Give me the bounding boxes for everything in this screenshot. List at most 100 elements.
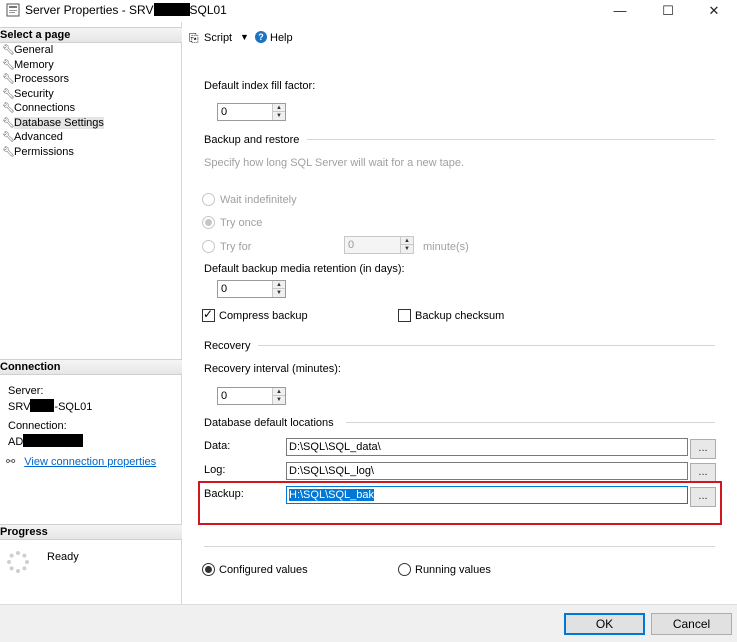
recovery-interval-spinner[interactable]: 0 ▲ ▼ [217,387,286,405]
wrench-icon: 🔧︎ [2,132,15,143]
spin-down-icon[interactable]: ▼ [401,245,413,253]
page-item-security[interactable]: 🔧︎Security [2,87,54,101]
try-for-radio[interactable] [202,240,215,253]
spin-up-icon[interactable]: ▲ [401,237,413,245]
backup-checksum-checkbox[interactable] [398,309,411,322]
spin-down-icon[interactable]: ▼ [273,396,285,404]
page-item-database-settings[interactable]: 🔧︎Database Settings [2,116,104,130]
wrench-icon: 🔧︎ [2,147,15,158]
page-label: Permissions [14,146,74,158]
backup-restore-group-title: Backup and restore [204,134,300,146]
recovery-interval-label: Recovery interval (minutes): [204,363,341,375]
wait-indefinitely-label: Wait indefinitely [220,194,297,206]
help-icon[interactable]: ? [255,31,267,43]
title-prefix: Server Properties - SRV [25,3,154,17]
script-button[interactable]: Script [204,32,232,44]
page-label: Advanced [14,131,63,143]
try-for-label: Try for [220,241,252,253]
try-once-radio[interactable] [202,216,215,229]
cancel-button[interactable]: Cancel [651,613,732,635]
retention-label: Default backup media retention (in days)… [204,263,405,275]
try-for-value: 0 [348,239,355,251]
tape-hint-text: Specify how long SQL Server will wait fo… [204,157,465,169]
wrench-icon: 🔧︎ [2,45,15,56]
try-for-spinner[interactable]: 0 ▲ ▼ [344,236,414,254]
connection-value: AD [8,434,84,448]
spin-down-icon[interactable]: ▼ [273,289,285,297]
checkmark-icon: ✓ [203,307,214,321]
progress-header: Progress [0,524,182,540]
retention-value: 0 [221,283,228,295]
data-path-input[interactable]: D:\SQL\SQL_data\ [286,438,688,456]
log-browse-button[interactable]: ... [690,463,716,483]
title-suffix: SQL01 [189,3,227,17]
script-dropdown-icon[interactable]: ▼ [240,32,249,42]
group-divider [204,546,715,547]
wrench-icon: 🔧︎ [2,60,15,71]
help-button[interactable]: Help [270,32,293,44]
running-values-label: Running values [415,564,491,576]
spin-up-icon[interactable]: ▲ [273,388,285,396]
fill-factor-spinner[interactable]: 0 ▲ ▼ [217,103,286,121]
script-icon: ⎘ [189,31,199,45]
spin-up-icon[interactable]: ▲ [273,281,285,289]
server-properties-icon [6,3,20,17]
page-item-general[interactable]: 🔧︎General [2,43,53,57]
title-bar: Server Properties - SRV SQL01 — ☐ ✕ [0,0,737,22]
wrench-icon: 🔧︎ [2,89,15,100]
group-divider [307,139,715,140]
compress-backup-checkbox[interactable]: ✓ [202,307,215,322]
redacted-block [153,3,190,16]
connection-header: Connection [0,359,182,375]
default-locations-group-title: Database default locations [204,417,334,429]
server-value: SRV -SQL01 [8,399,92,413]
recovery-group-title: Recovery [204,340,251,352]
window-title: Server Properties - SRV SQL01 [25,3,227,17]
page-item-permissions[interactable]: 🔧︎Permissions [2,145,74,159]
try-once-label: Try once [220,217,263,229]
connection-properties-icon: ⚯ [6,456,16,468]
dialog-footer: OK Cancel [0,604,737,642]
progress-status: Ready [47,551,79,563]
spin-up-icon[interactable]: ▲ [273,104,285,112]
page-label: Database Settings [14,117,104,129]
redacted-block [23,434,84,447]
connection-prefix: AD [8,436,24,448]
minimize-button[interactable]: — [597,0,643,22]
left-panel: Select a page 🔧︎General 🔧︎Memory 🔧︎Proce… [0,22,182,604]
redacted-block [30,399,55,412]
select-page-header: Select a page [0,27,182,43]
annotation-highlight-box [198,481,722,525]
data-path-label: Data: [204,440,231,452]
maximize-button[interactable]: ☐ [645,0,691,22]
page-item-memory[interactable]: 🔧︎Memory [2,58,54,72]
close-button[interactable]: ✕ [691,0,737,22]
connection-label: Connection: [8,420,67,432]
wrench-icon: 🔧︎ [2,74,15,85]
page-item-processors[interactable]: 🔧︎Processors [2,72,69,86]
ok-button[interactable]: OK [564,613,645,635]
browse-label: ... [698,466,708,478]
view-connection-link[interactable]: View connection properties [24,456,156,468]
page-label: Memory [14,59,54,71]
data-browse-button[interactable]: ... [690,439,716,459]
log-path-input[interactable]: D:\SQL\SQL_log\ [286,462,688,480]
configured-values-radio[interactable] [202,563,215,576]
wrench-icon: 🔧︎ [2,103,15,114]
running-values-radio[interactable] [398,563,411,576]
server-label: Server: [8,385,44,397]
spin-down-icon[interactable]: ▼ [273,112,285,120]
retention-spinner[interactable]: 0 ▲ ▼ [217,280,286,298]
page-item-connections[interactable]: 🔧︎Connections [2,101,75,115]
minutes-unit-label: minute(s) [423,241,469,253]
page-label: Security [14,88,54,100]
wait-indefinitely-radio[interactable] [202,193,215,206]
backup-checksum-label: Backup checksum [415,310,505,322]
compress-backup-label: Compress backup [219,310,308,322]
settings-content: Default index fill factor: 0 ▲ ▼ Backup a… [183,52,737,604]
view-connection-properties[interactable]: ⚯ View connection properties [6,455,156,468]
log-path-label: Log: [204,464,226,476]
wrench-icon: 🔧︎ [2,118,15,129]
server-prefix: SRV [8,401,31,413]
page-item-advanced[interactable]: 🔧︎Advanced [2,130,63,144]
